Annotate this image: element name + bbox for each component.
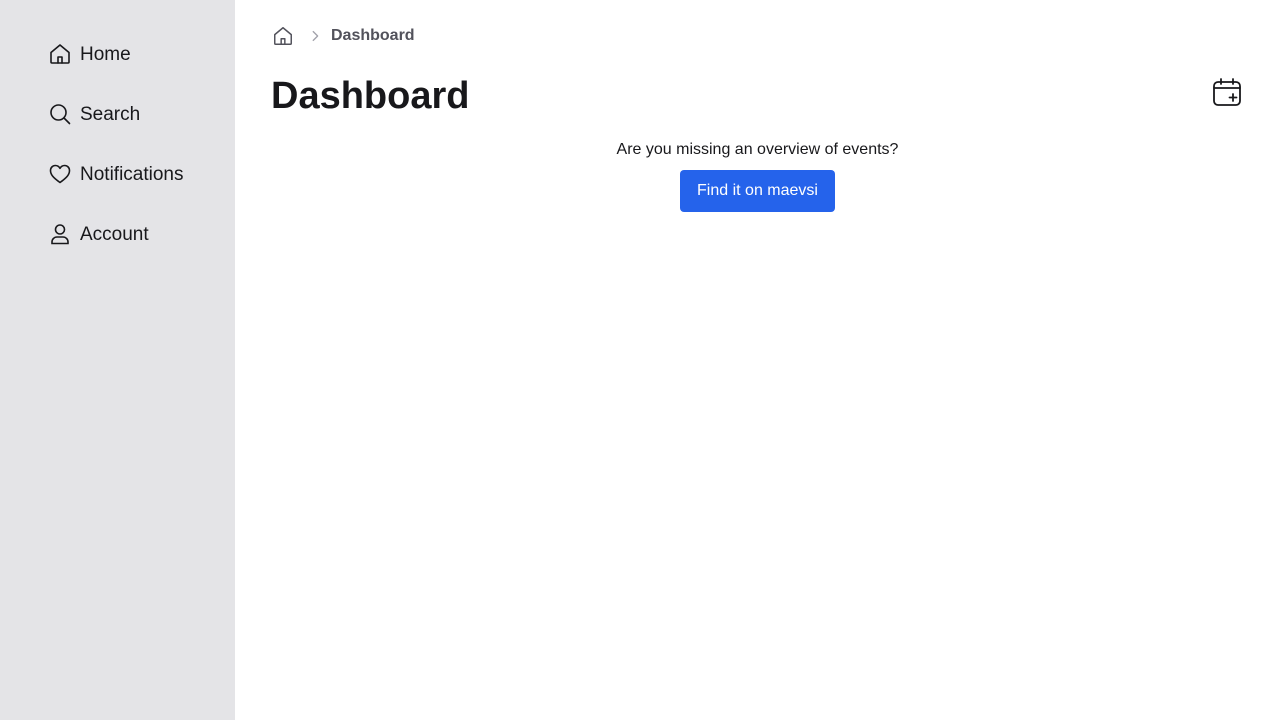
app-root: Home Search Notifications Account Dashbo… xyxy=(0,0,1280,720)
create-event-button[interactable] xyxy=(1210,76,1244,110)
calendar-plus-icon xyxy=(1211,76,1243,111)
find-on-maevsi-button[interactable]: Find it on maevsi xyxy=(680,170,835,212)
page-title: Dashboard xyxy=(271,75,470,117)
sidebar-item-label: Notifications xyxy=(80,163,184,185)
overview-text: Are you missing an overview of events? xyxy=(616,141,899,158)
main-content: Dashboard Dashboard Are you missing an o… xyxy=(235,0,1280,720)
search-icon xyxy=(48,102,72,126)
heart-icon xyxy=(48,162,72,186)
home-icon xyxy=(48,42,72,66)
sidebar-item-search[interactable]: Search xyxy=(48,84,235,144)
sidebar-item-label: Home xyxy=(80,43,131,65)
chevron-right-icon xyxy=(307,28,323,44)
sidebar-item-label: Account xyxy=(80,223,149,245)
events-overview: Are you missing an overview of events? F… xyxy=(235,140,1280,212)
breadcrumb-current[interactable]: Dashboard xyxy=(331,27,415,45)
sidebar-item-notifications[interactable]: Notifications xyxy=(48,144,235,204)
sidebar: Home Search Notifications Account xyxy=(0,0,235,720)
sidebar-item-home[interactable]: Home xyxy=(48,24,235,84)
home-icon[interactable] xyxy=(271,24,295,48)
sidebar-item-account[interactable]: Account xyxy=(48,204,235,264)
user-icon xyxy=(48,222,72,246)
sidebar-item-label: Search xyxy=(80,103,141,125)
breadcrumb: Dashboard xyxy=(271,24,415,48)
